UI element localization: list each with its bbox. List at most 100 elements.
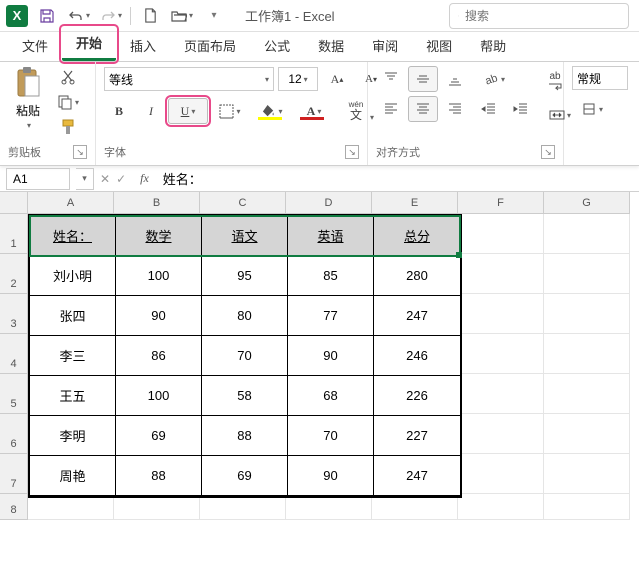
tab-home[interactable]: 开始 [62, 27, 116, 61]
cell[interactable]: 语文 [202, 216, 288, 256]
col-header[interactable]: D [286, 192, 372, 214]
cell[interactable]: 英语 [288, 216, 374, 256]
cell[interactable]: 刘小明 [30, 256, 116, 296]
search-input[interactable] [449, 3, 629, 29]
orientation-icon[interactable]: ab▾ [474, 66, 514, 92]
cut-icon[interactable] [52, 66, 84, 88]
cell[interactable]: 90 [116, 296, 202, 336]
grow-font-icon[interactable]: A▴ [322, 66, 352, 92]
cell[interactable] [458, 454, 544, 494]
cell[interactable]: 77 [288, 296, 374, 336]
cell[interactable]: 总分 [374, 216, 460, 256]
cell[interactable] [458, 334, 544, 374]
paste-icon[interactable] [13, 66, 43, 100]
cell[interactable]: 58 [202, 376, 288, 416]
wrap-text-icon[interactable]: ab [540, 66, 570, 98]
cell[interactable]: 88 [116, 456, 202, 496]
tab-insert[interactable]: 插入 [116, 30, 170, 61]
indent-increase-icon[interactable] [506, 96, 536, 122]
cell[interactable]: 95 [202, 256, 288, 296]
name-box-dropdown[interactable]: ▾ [76, 168, 94, 190]
dialog-launcher-icon[interactable]: ↘ [345, 145, 359, 159]
cell[interactable]: 247 [374, 296, 460, 336]
font-name-select[interactable]: 等线▾ [104, 67, 274, 91]
cell[interactable] [544, 294, 630, 334]
select-all-corner[interactable] [0, 192, 28, 214]
name-box[interactable]: A1 [6, 168, 70, 190]
redo-icon[interactable]: ▾ [98, 3, 124, 29]
cell[interactable]: 70 [288, 416, 374, 456]
row-header[interactable]: 5 [0, 374, 28, 414]
tab-file[interactable]: 文件 [8, 30, 62, 61]
cell[interactable] [544, 374, 630, 414]
col-header[interactable]: B [114, 192, 200, 214]
cell[interactable]: 100 [116, 376, 202, 416]
cell[interactable]: 数学 [116, 216, 202, 256]
cell[interactable] [544, 494, 630, 520]
col-header[interactable]: C [200, 192, 286, 214]
cell[interactable]: 王五 [30, 376, 116, 416]
cell[interactable]: 247 [374, 456, 460, 496]
copy-icon[interactable]: ▾ [52, 91, 84, 113]
cell[interactable]: 69 [202, 456, 288, 496]
align-bottom-icon[interactable] [440, 66, 470, 92]
cell[interactable] [458, 414, 544, 454]
row-header[interactable]: 8 [0, 494, 28, 520]
align-middle-icon[interactable] [408, 66, 438, 92]
cell[interactable]: 227 [374, 416, 460, 456]
formula-input[interactable] [157, 171, 639, 186]
save-icon[interactable] [34, 3, 60, 29]
cell[interactable] [544, 254, 630, 294]
tab-help[interactable]: 帮助 [466, 30, 520, 61]
row-header[interactable]: 6 [0, 414, 28, 454]
font-color-icon[interactable]: A▾ [294, 98, 334, 124]
col-header[interactable]: A [28, 192, 114, 214]
italic-button[interactable]: I [136, 98, 166, 124]
align-left-icon[interactable] [376, 96, 406, 122]
cell[interactable]: 姓名： [30, 216, 116, 256]
cell[interactable] [544, 414, 630, 454]
cell[interactable]: 69 [116, 416, 202, 456]
cell[interactable]: 70 [202, 336, 288, 376]
dialog-launcher-icon[interactable]: ↘ [541, 145, 555, 159]
tab-formulas[interactable]: 公式 [250, 30, 304, 61]
dialog-launcher-icon[interactable]: ↘ [73, 145, 87, 159]
align-center-icon[interactable] [408, 96, 438, 122]
cell[interactable]: 88 [202, 416, 288, 456]
cell[interactable]: 90 [288, 336, 374, 376]
align-top-icon[interactable] [376, 66, 406, 92]
col-header[interactable]: G [544, 192, 630, 214]
row-header[interactable]: 2 [0, 254, 28, 294]
cell[interactable]: 100 [116, 256, 202, 296]
underline-button[interactable]: U▾ [168, 98, 208, 124]
cell[interactable] [458, 294, 544, 334]
col-header[interactable]: F [458, 192, 544, 214]
tab-layout[interactable]: 页面布局 [170, 30, 250, 61]
undo-icon[interactable]: ▾ [66, 3, 92, 29]
cell[interactable]: 280 [374, 256, 460, 296]
cell[interactable] [458, 494, 544, 520]
qat-customize-icon[interactable]: ▾ [201, 3, 227, 29]
fx-icon[interactable]: fx [140, 171, 149, 186]
cell[interactable]: 80 [202, 296, 288, 336]
cell[interactable]: 张四 [30, 296, 116, 336]
cell[interactable]: 226 [374, 376, 460, 416]
open-folder-icon[interactable]: ▾ [169, 3, 195, 29]
cell[interactable]: 李明 [30, 416, 116, 456]
cell[interactable]: 246 [374, 336, 460, 376]
accounting-format-icon[interactable]: ▾ [572, 96, 612, 122]
cell[interactable] [544, 334, 630, 374]
bold-button[interactable]: B [104, 98, 134, 124]
number-format-select[interactable]: 常规 [572, 66, 628, 90]
tab-data[interactable]: 数据 [304, 30, 358, 61]
font-size-select[interactable]: 12▾ [278, 67, 318, 91]
format-painter-icon[interactable] [52, 116, 84, 138]
cell[interactable]: 90 [288, 456, 374, 496]
cell[interactable]: 68 [288, 376, 374, 416]
row-header[interactable]: 4 [0, 334, 28, 374]
phonetic-icon[interactable]: wén文▾ [336, 98, 376, 124]
cell[interactable]: 周艳 [30, 456, 116, 496]
paste-label[interactable]: 粘贴 [16, 102, 40, 119]
row-header[interactable]: 3 [0, 294, 28, 334]
cell[interactable] [458, 374, 544, 414]
